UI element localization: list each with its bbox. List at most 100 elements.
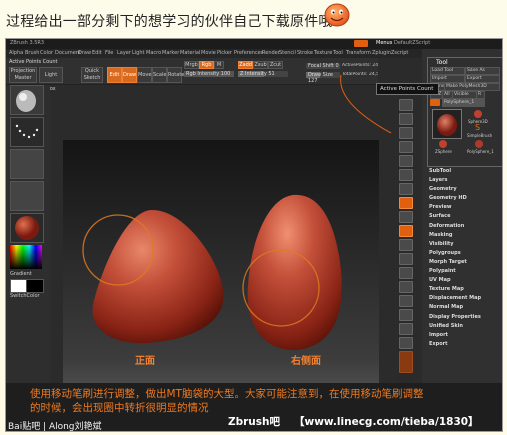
texture-thumbnail[interactable]: [10, 181, 44, 211]
local-icon[interactable]: [399, 197, 413, 209]
section-import[interactable]: Import: [429, 331, 501, 340]
floor-icon[interactable]: [399, 183, 413, 195]
lightbox-button[interactable]: Light Box: [39, 67, 63, 92]
sphere3d-thumb[interactable]: [474, 110, 482, 118]
menu-tool[interactable]: Tool: [333, 50, 343, 56]
simplebrush-thumb[interactable]: S: [475, 124, 483, 132]
frame-icon[interactable]: [399, 253, 413, 265]
section-subtool[interactable]: SubTool: [429, 167, 501, 176]
section-polygroups[interactable]: Polygroups: [429, 249, 501, 258]
menu-stroke[interactable]: Stroke: [297, 50, 313, 56]
zoom-icon[interactable]: [399, 127, 413, 139]
section-polypaint[interactable]: Polypaint: [429, 267, 501, 276]
draw-button[interactable]: Draw: [122, 67, 137, 83]
move-icon[interactable]: [399, 267, 413, 279]
menus-button[interactable]: [354, 40, 368, 47]
section-masking[interactable]: Masking: [429, 231, 501, 240]
move-button[interactable]: Move: [137, 67, 152, 83]
bpr-icon[interactable]: [399, 99, 413, 111]
section-surface[interactable]: Surface: [429, 212, 501, 221]
rotate-button[interactable]: Rotate: [167, 67, 184, 83]
scale-icon[interactable]: [399, 281, 413, 293]
menus-toggle[interactable]: Menus: [376, 40, 392, 46]
projection-master-button[interactable]: Projection Master: [9, 67, 37, 83]
visible-button[interactable]: Visible: [452, 91, 477, 99]
zadd-button[interactable]: Zadd: [238, 61, 253, 69]
menu-edit[interactable]: Edit: [92, 50, 102, 56]
menu-layer[interactable]: Layer: [117, 50, 131, 56]
section-texture-map[interactable]: Texture Map: [429, 285, 501, 294]
section-normal-map[interactable]: Normal Map: [429, 303, 501, 312]
rgb-intensity-slider[interactable]: Rgb Intensity 100: [184, 71, 234, 77]
gradient-label[interactable]: Gradient: [10, 271, 32, 277]
menu-zplugin[interactable]: Zplugin: [372, 50, 391, 56]
lsym-icon[interactable]: [399, 211, 413, 223]
make-polymesh-button[interactable]: Make PolyMesh3D: [444, 83, 500, 91]
zsphere-thumb[interactable]: [439, 140, 447, 148]
menu-zscript[interactable]: Zscript: [391, 50, 408, 56]
document-canvas[interactable]: 正面 右侧面: [63, 140, 379, 383]
zcut-button[interactable]: Zcut: [268, 61, 283, 69]
section-morph-target[interactable]: Morph Target: [429, 258, 501, 267]
stroke-thumbnail[interactable]: [10, 117, 44, 147]
aahalf-icon[interactable]: [399, 155, 413, 167]
export-button[interactable]: Export: [465, 75, 500, 83]
focal-shift-slider[interactable]: Focal Shift 0: [306, 63, 340, 69]
menu-file[interactable]: File: [105, 50, 113, 56]
material-thumbnail[interactable]: [10, 213, 44, 243]
scale-button[interactable]: Scale: [152, 67, 167, 83]
menu-transform[interactable]: Transform: [346, 50, 371, 56]
section-preview[interactable]: Preview: [429, 203, 501, 212]
brush-thumbnail[interactable]: [10, 85, 44, 115]
menu-marker[interactable]: Marker: [162, 50, 179, 56]
quick-sketch-button[interactable]: Quick Sketch: [81, 67, 103, 83]
current-tool-thumb[interactable]: [432, 109, 462, 139]
section-displacement-map[interactable]: Displacement Map: [429, 294, 501, 303]
rotate-view-icon[interactable]: [399, 295, 413, 307]
ghost-icon[interactable]: [399, 337, 413, 349]
menu-stencil[interactable]: Stencil: [279, 50, 296, 56]
save-as-button[interactable]: Save As: [465, 67, 500, 75]
section-layers[interactable]: Layers: [429, 176, 501, 185]
menu-preferences[interactable]: Preferences: [234, 50, 263, 56]
r-button[interactable]: R: [476, 91, 485, 99]
menu-light[interactable]: Light: [132, 50, 144, 56]
menu-color[interactable]: Color: [40, 50, 53, 56]
alpha-thumbnail[interactable]: [10, 149, 44, 179]
xyz-icon[interactable]: [399, 225, 413, 237]
section-uv-map[interactable]: UV Map: [429, 276, 501, 285]
section-unified-skin[interactable]: Unified Skin: [429, 322, 501, 331]
solo-icon[interactable]: [399, 351, 413, 373]
menu-picker[interactable]: Picker: [217, 50, 232, 56]
rgb-button[interactable]: Rgb: [199, 61, 214, 69]
menu-movie[interactable]: Movie: [201, 50, 216, 56]
menu-material[interactable]: Material: [180, 50, 200, 56]
rotate-icon[interactable]: [399, 239, 413, 251]
menu-render[interactable]: Render: [262, 50, 280, 56]
default-zscript[interactable]: DefaultZScript: [394, 40, 430, 46]
load-tool-button[interactable]: Load Tool: [430, 67, 465, 75]
m-button[interactable]: M: [214, 61, 224, 69]
persp-icon[interactable]: [399, 169, 413, 181]
current-tool-name[interactable]: PolySphere_1: [442, 99, 485, 107]
scroll-icon[interactable]: [399, 113, 413, 125]
z-intensity-slider[interactable]: Z Intensity 51: [238, 71, 288, 77]
menu-brush[interactable]: Brush: [25, 50, 39, 56]
secondary-color-swatch[interactable]: [26, 279, 44, 293]
color-picker[interactable]: [10, 245, 42, 269]
menu-draw[interactable]: Draw: [78, 50, 91, 56]
section-deformation[interactable]: Deformation: [429, 222, 501, 231]
section-visibility[interactable]: Visibility: [429, 240, 501, 249]
transp-icon[interactable]: [399, 323, 413, 335]
section-display-properties[interactable]: Display Properties: [429, 313, 501, 322]
section-geometry[interactable]: Geometry: [429, 185, 501, 194]
edit-button[interactable]: Edit: [107, 67, 122, 83]
polysphere-thumb[interactable]: [475, 140, 483, 148]
mrgb-button[interactable]: Mrgb: [184, 61, 199, 69]
actual-icon[interactable]: [399, 141, 413, 153]
section-export[interactable]: Export: [429, 340, 501, 349]
draw-size-slider[interactable]: Draw Size 127: [306, 72, 340, 84]
menu-alpha[interactable]: Alpha: [9, 50, 23, 56]
menu-macro[interactable]: Macro: [146, 50, 161, 56]
section-geometry-hd[interactable]: Geometry HD: [429, 194, 501, 203]
